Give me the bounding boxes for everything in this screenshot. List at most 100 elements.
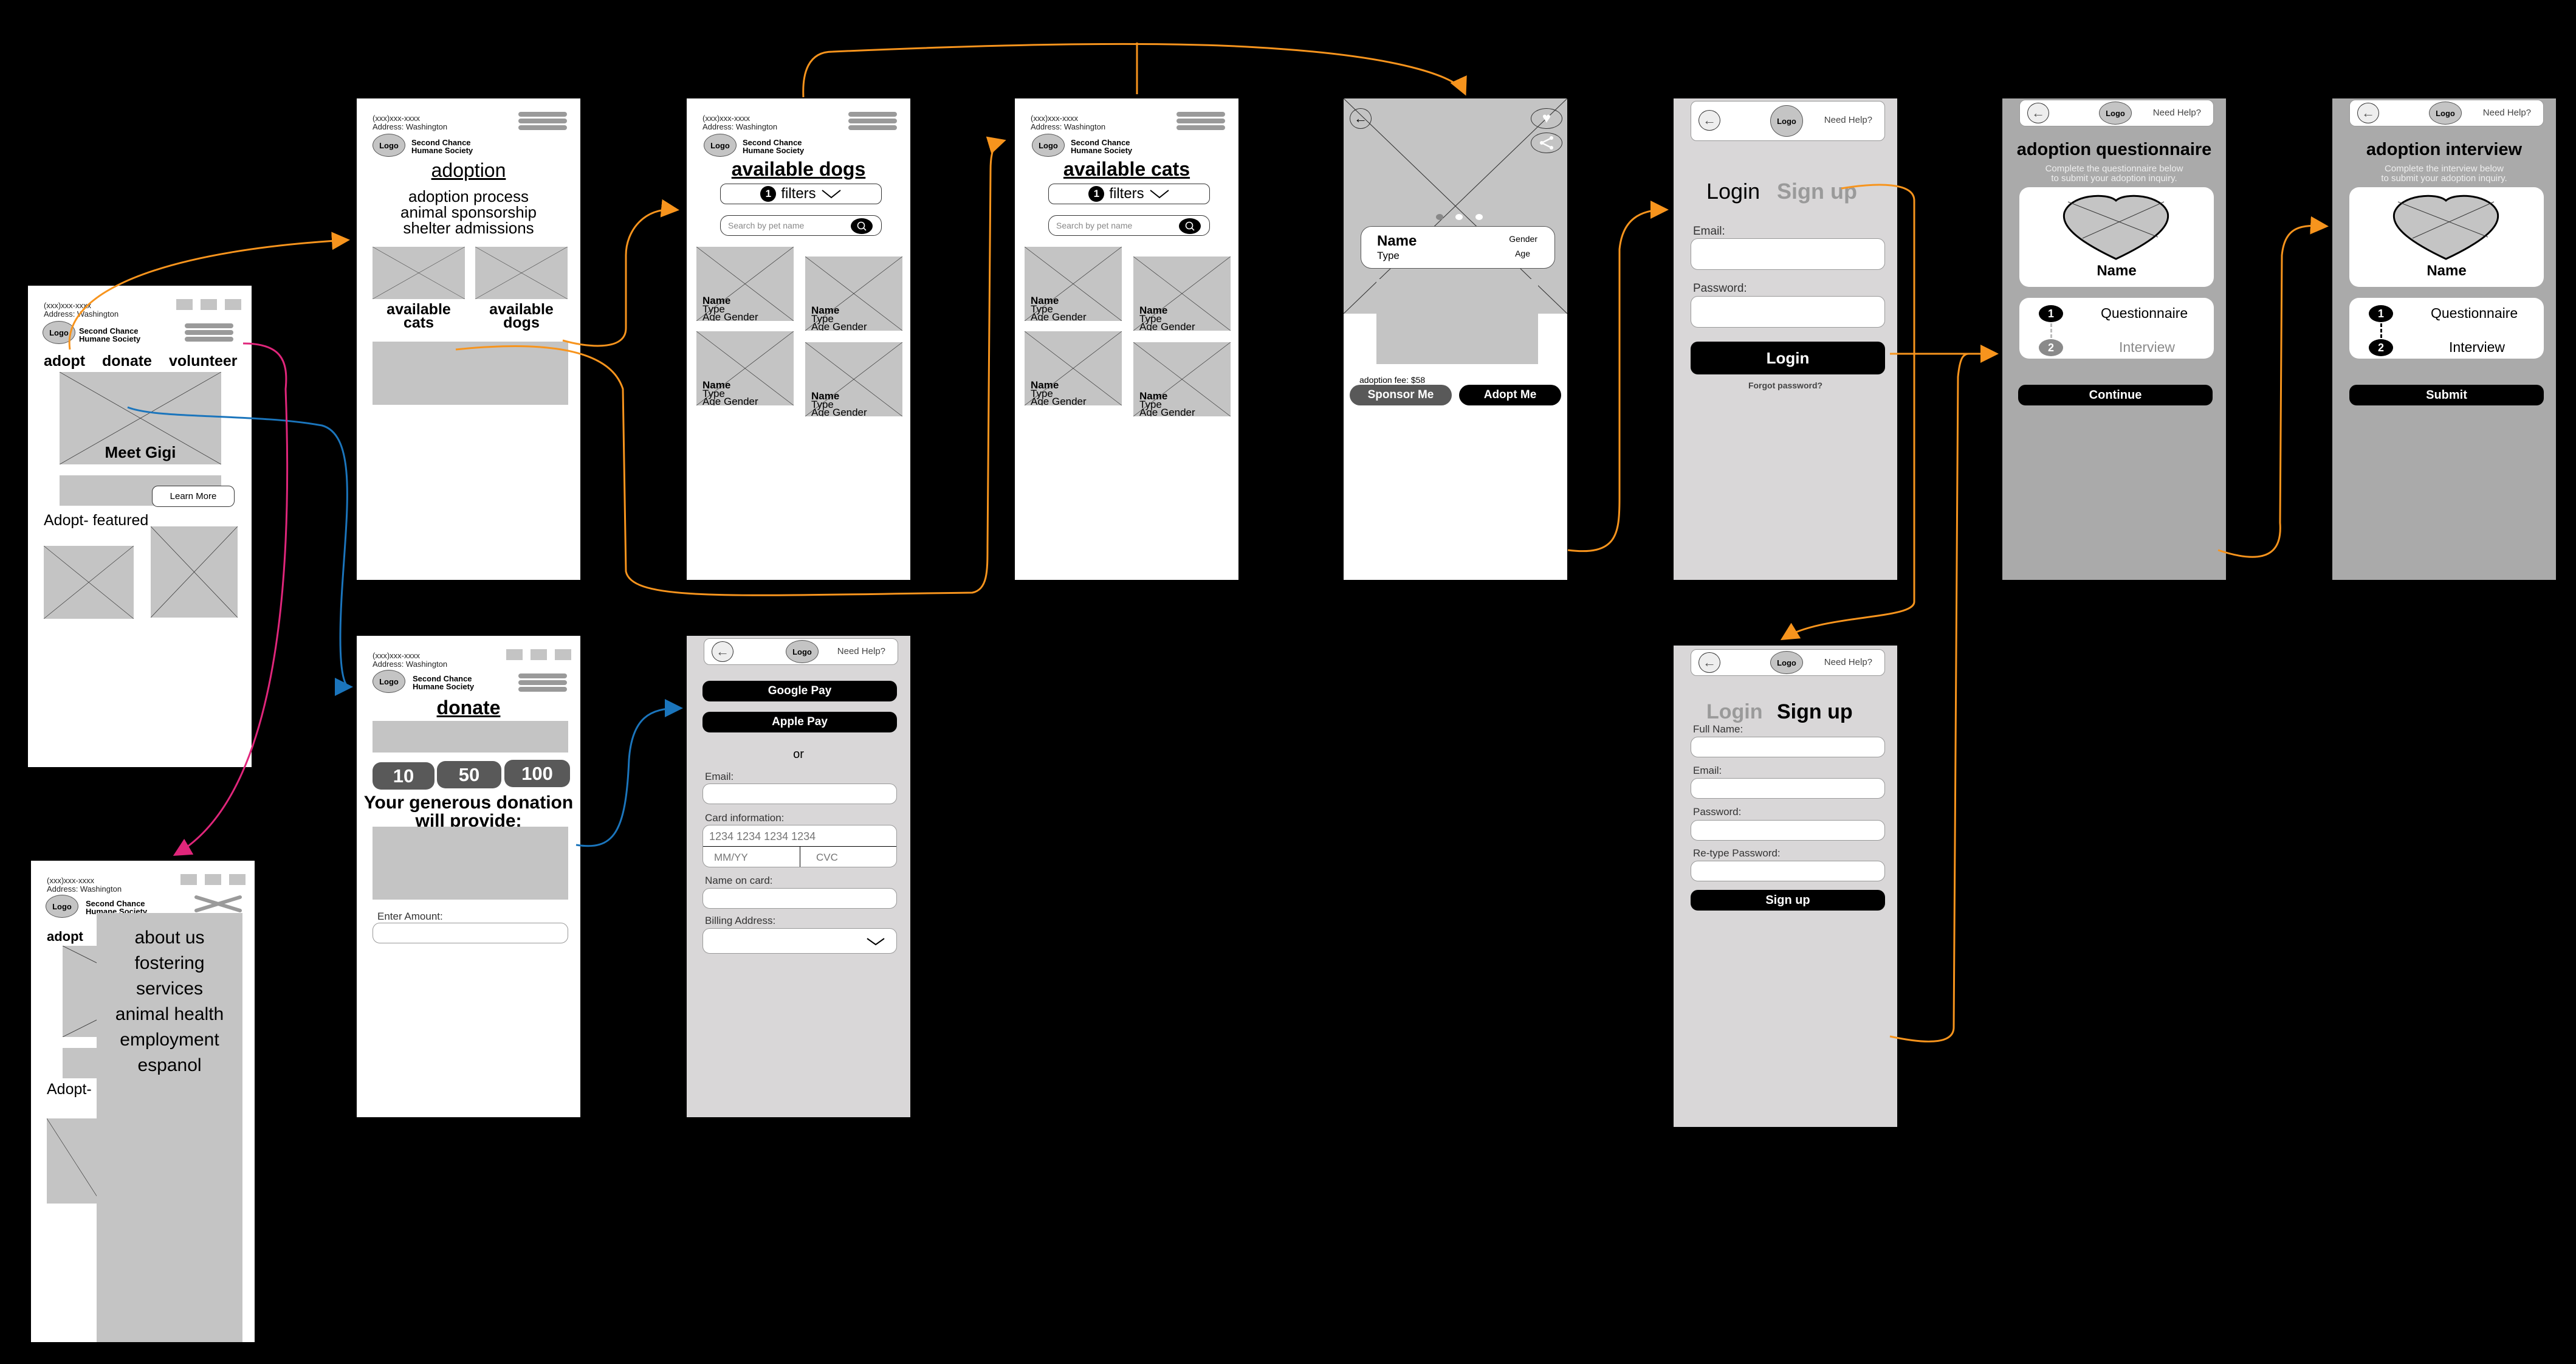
- carousel-dot[interactable]: [1475, 214, 1483, 220]
- tab-signup[interactable]: Sign up: [1777, 700, 1853, 724]
- favorite-heart-icon[interactable]: ♥: [1531, 108, 1562, 129]
- billing-address-select[interactable]: [702, 928, 897, 954]
- amount-10-button[interactable]: 10: [373, 762, 434, 790]
- name-on-card-input[interactable]: [702, 888, 897, 909]
- retype-password-input[interactable]: [1691, 861, 1885, 881]
- logo[interactable]: Logo: [1770, 105, 1803, 137]
- search-icon[interactable]: [851, 218, 873, 234]
- pet-card[interactable]: Name Type Age Gender: [1025, 247, 1122, 321]
- pet-card[interactable]: Name Type Age Gender: [1133, 342, 1231, 416]
- available-cats-image[interactable]: [373, 247, 465, 299]
- back-arrow-icon[interactable]: ←: [1350, 108, 1372, 129]
- logo[interactable]: Logo: [373, 134, 405, 157]
- email-input[interactable]: [702, 784, 897, 804]
- available-dogs-label[interactable]: available dogs: [475, 302, 568, 331]
- carousel-dot[interactable]: [1455, 214, 1463, 220]
- email-input[interactable]: [1691, 238, 1885, 270]
- pet-card[interactable]: Name Type Age Gender: [696, 247, 794, 321]
- social-icon[interactable]: [531, 649, 547, 660]
- google-pay-button[interactable]: Google Pay: [702, 681, 897, 701]
- adopt-me-button[interactable]: Adopt Me: [1459, 385, 1561, 405]
- social-icon[interactable]: [180, 874, 197, 885]
- hamburger-menu-icon[interactable]: [518, 112, 567, 136]
- sponsor-me-button[interactable]: Sponsor Me: [1350, 385, 1452, 405]
- pet-card[interactable]: Name Type Age Gender: [1025, 331, 1122, 405]
- search-input[interactable]: Search by pet name: [1048, 215, 1210, 236]
- featured-pet-image[interactable]: [44, 546, 134, 619]
- share-icon[interactable]: [1531, 133, 1562, 153]
- menu-item-about-us[interactable]: about us: [97, 928, 242, 948]
- menu-item-employment[interactable]: employment: [97, 1030, 242, 1050]
- need-help-link[interactable]: Need Help?: [837, 646, 885, 656]
- carousel-dot-active[interactable]: [1436, 214, 1443, 220]
- hamburger-menu-icon[interactable]: [518, 673, 567, 698]
- need-help-link[interactable]: Need Help?: [2153, 108, 2201, 118]
- amount-input[interactable]: [373, 923, 568, 943]
- back-arrow-icon[interactable]: ←: [2027, 103, 2049, 123]
- logo[interactable]: Logo: [1032, 134, 1065, 157]
- nav-adopt[interactable]: adopt: [47, 929, 83, 945]
- logo[interactable]: Logo: [1770, 651, 1803, 674]
- search-icon[interactable]: [1179, 218, 1201, 234]
- logo[interactable]: Logo: [2429, 102, 2462, 125]
- menu-item-animal-health[interactable]: animal health: [97, 1004, 242, 1025]
- tab-signup[interactable]: Sign up: [1777, 179, 1857, 204]
- nav-adopt[interactable]: adopt: [44, 353, 85, 370]
- email-input[interactable]: [1691, 778, 1885, 799]
- submit-button[interactable]: Submit: [2349, 385, 2544, 405]
- search-input[interactable]: Search by pet name: [720, 215, 882, 236]
- hero-image[interactable]: Meet Gigi: [60, 372, 221, 464]
- pet-card[interactable]: Name Type Age Gender: [696, 331, 794, 405]
- pet-card[interactable]: Name Type Age Gender: [805, 342, 902, 416]
- forgot-password-link[interactable]: Forgot password?: [1674, 381, 1897, 390]
- filters-dropdown[interactable]: 1 filters: [720, 184, 882, 204]
- password-input[interactable]: [1691, 820, 1885, 841]
- available-dogs-image[interactable]: [475, 247, 568, 299]
- menu-item-espanol[interactable]: espanol: [97, 1055, 242, 1076]
- amount-100-button[interactable]: 100: [504, 760, 570, 787]
- link-shelter-admissions[interactable]: shelter admissions: [357, 219, 580, 238]
- hamburger-menu-icon[interactable]: [185, 323, 233, 348]
- login-button[interactable]: Login: [1691, 342, 1885, 374]
- logo[interactable]: Logo: [704, 134, 737, 157]
- learn-more-button[interactable]: Learn More: [152, 486, 235, 507]
- nav-volunteer[interactable]: volunteer: [169, 353, 238, 370]
- back-arrow-icon[interactable]: ←: [712, 641, 733, 662]
- featured-pet-image[interactable]: [151, 526, 238, 618]
- social-icon[interactable]: [176, 299, 193, 310]
- social-icon[interactable]: [225, 299, 241, 310]
- amount-50-button[interactable]: 50: [437, 761, 501, 788]
- apple-pay-button[interactable]: Apple Pay: [702, 712, 897, 732]
- social-icon[interactable]: [506, 649, 523, 660]
- tab-login[interactable]: Login: [1706, 179, 1760, 204]
- tab-login[interactable]: Login: [1706, 700, 1763, 724]
- back-arrow-icon[interactable]: ←: [2357, 103, 2379, 123]
- filters-dropdown[interactable]: 1 filters: [1048, 184, 1210, 204]
- pet-card[interactable]: Name Type Age Gender: [805, 257, 902, 331]
- social-icon[interactable]: [205, 874, 221, 885]
- need-help-link[interactable]: Need Help?: [2483, 108, 2531, 118]
- hamburger-menu-icon[interactable]: [1176, 112, 1225, 136]
- logo[interactable]: Logo: [373, 670, 405, 693]
- social-icon[interactable]: [555, 649, 571, 660]
- signup-button[interactable]: Sign up: [1691, 890, 1885, 911]
- logo[interactable]: Logo: [786, 640, 819, 663]
- card-number-input[interactable]: [708, 828, 893, 845]
- logo[interactable]: Logo: [43, 321, 75, 344]
- need-help-link[interactable]: Need Help?: [1824, 115, 1872, 125]
- social-icon[interactable]: [201, 299, 217, 310]
- close-menu-icon[interactable]: [194, 895, 242, 913]
- password-input[interactable]: [1691, 296, 1885, 328]
- menu-item-fostering[interactable]: fostering: [97, 953, 242, 974]
- pet-card[interactable]: Name Type Age Gender: [1133, 257, 1231, 331]
- full-name-input[interactable]: [1691, 737, 1885, 757]
- social-icon[interactable]: [229, 874, 246, 885]
- logo[interactable]: Logo: [46, 895, 78, 918]
- nav-donate[interactable]: donate: [102, 353, 152, 370]
- menu-item-services[interactable]: services: [97, 979, 242, 999]
- continue-button[interactable]: Continue: [2018, 385, 2213, 405]
- hamburger-menu-icon[interactable]: [848, 112, 897, 136]
- expiry-input[interactable]: [713, 850, 794, 866]
- cvc-input[interactable]: [815, 850, 890, 866]
- back-arrow-icon[interactable]: ←: [1698, 652, 1720, 673]
